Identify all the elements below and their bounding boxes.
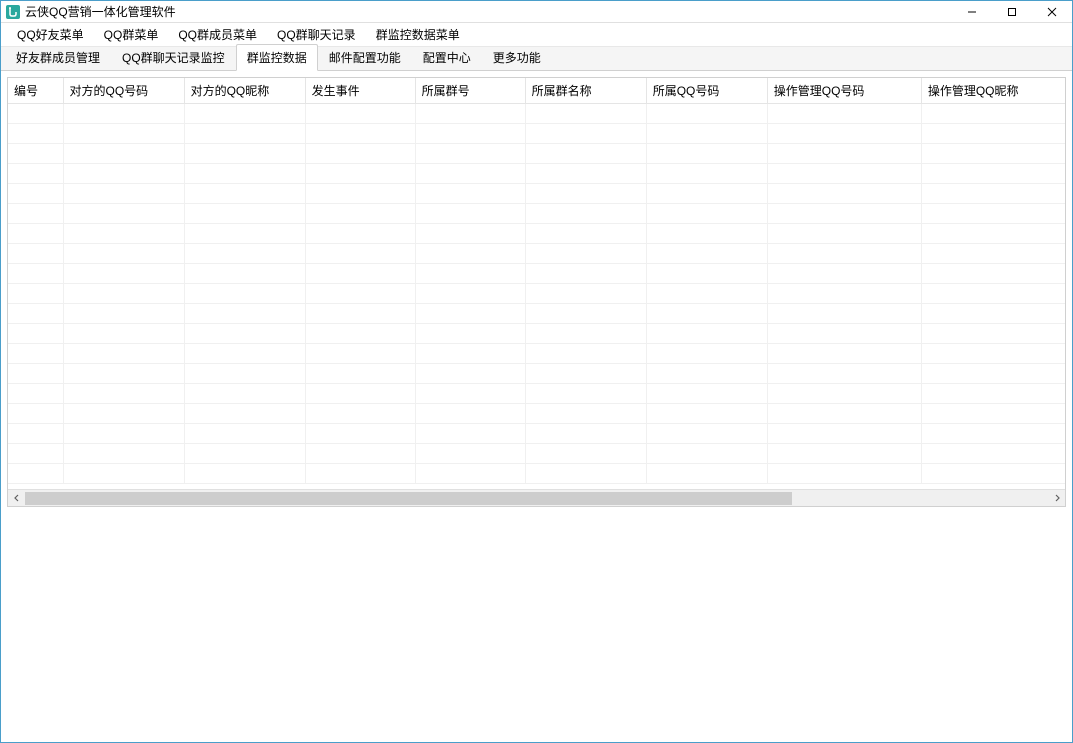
scroll-left-arrow-icon[interactable]: [8, 490, 25, 507]
table-row[interactable]: [8, 324, 1065, 344]
minimize-button[interactable]: [952, 1, 992, 23]
col-header-op-qq[interactable]: 操作管理QQ号码: [767, 78, 921, 104]
table-row[interactable]: [8, 464, 1065, 484]
tab-more-features[interactable]: 更多功能: [482, 44, 552, 70]
table-row[interactable]: [8, 244, 1065, 264]
col-header-group-name[interactable]: 所属群名称: [525, 78, 646, 104]
close-button[interactable]: [1032, 1, 1072, 23]
menu-qq-groups[interactable]: QQ群菜单: [94, 23, 169, 46]
table-row[interactable]: [8, 304, 1065, 324]
tab-mail-config[interactable]: 邮件配置功能: [318, 44, 412, 70]
data-table: 编号 对方的QQ号码 对方的QQ昵称 发生事件 所属群号 所属群名称 所属QQ号…: [8, 78, 1065, 484]
table-header-row: 编号 对方的QQ号码 对方的QQ昵称 发生事件 所属群号 所属群名称 所属QQ号…: [8, 78, 1065, 104]
col-header-target-qq[interactable]: 对方的QQ号码: [63, 78, 184, 104]
scrollbar-track[interactable]: [25, 490, 1048, 507]
col-header-target-nick[interactable]: 对方的QQ昵称: [184, 78, 305, 104]
table-row[interactable]: [8, 104, 1065, 124]
table-row[interactable]: [8, 384, 1065, 404]
maximize-button[interactable]: [992, 1, 1032, 23]
table-container: 编号 对方的QQ号码 对方的QQ昵称 发生事件 所属群号 所属群名称 所属QQ号…: [7, 77, 1066, 507]
col-header-event[interactable]: 发生事件: [305, 78, 415, 104]
col-header-owner-qq[interactable]: 所属QQ号码: [646, 78, 767, 104]
tab-group-monitor-data[interactable]: 群监控数据: [236, 44, 318, 71]
titlebar: 云侠QQ营销一体化管理软件: [1, 1, 1072, 23]
menu-group-monitor-data[interactable]: 群监控数据菜单: [366, 23, 470, 46]
window-title: 云侠QQ营销一体化管理软件: [25, 3, 176, 20]
menu-qq-group-members[interactable]: QQ群成员菜单: [168, 23, 267, 46]
table-row[interactable]: [8, 344, 1065, 364]
table-row[interactable]: [8, 224, 1065, 244]
window-controls: [952, 1, 1072, 22]
scroll-right-arrow-icon[interactable]: [1048, 490, 1065, 507]
tab-config-center[interactable]: 配置中心: [412, 44, 482, 70]
scrollbar-thumb[interactable]: [25, 492, 792, 505]
content-area: 编号 对方的QQ号码 对方的QQ昵称 发生事件 所属群号 所属群名称 所属QQ号…: [1, 71, 1072, 742]
titlebar-left: 云侠QQ营销一体化管理软件: [1, 3, 176, 20]
tab-friend-group-member-manage[interactable]: 好友群成员管理: [5, 44, 111, 70]
table-row[interactable]: [8, 424, 1065, 444]
tabbar: 好友群成员管理 QQ群聊天记录监控 群监控数据 邮件配置功能 配置中心 更多功能: [1, 47, 1072, 71]
menu-qq-group-chat[interactable]: QQ群聊天记录: [267, 23, 366, 46]
table-row[interactable]: [8, 264, 1065, 284]
horizontal-scrollbar[interactable]: [8, 489, 1065, 506]
menu-qq-friends[interactable]: QQ好友菜单: [7, 23, 94, 46]
col-header-id[interactable]: 编号: [8, 78, 63, 104]
app-window: 云侠QQ营销一体化管理软件 QQ好友菜单 QQ群菜单 QQ群成员菜单 QQ群聊天…: [0, 0, 1073, 743]
col-header-op-nick[interactable]: 操作管理QQ昵称: [921, 78, 1065, 104]
tab-qq-group-chat-monitor[interactable]: QQ群聊天记录监控: [111, 44, 236, 70]
table-row[interactable]: [8, 444, 1065, 464]
table-row[interactable]: [8, 164, 1065, 184]
table-row[interactable]: [8, 124, 1065, 144]
table-wrapper: 编号 对方的QQ号码 对方的QQ昵称 发生事件 所属群号 所属群名称 所属QQ号…: [8, 78, 1065, 489]
table-row[interactable]: [8, 204, 1065, 224]
table-row[interactable]: [8, 284, 1065, 304]
table-row[interactable]: [8, 364, 1065, 384]
col-header-group-id[interactable]: 所属群号: [415, 78, 525, 104]
table-body: [8, 104, 1065, 484]
table-row[interactable]: [8, 144, 1065, 164]
table-row[interactable]: [8, 404, 1065, 424]
table-row[interactable]: [8, 184, 1065, 204]
blank-area: [7, 507, 1066, 736]
app-icon: [5, 4, 21, 20]
